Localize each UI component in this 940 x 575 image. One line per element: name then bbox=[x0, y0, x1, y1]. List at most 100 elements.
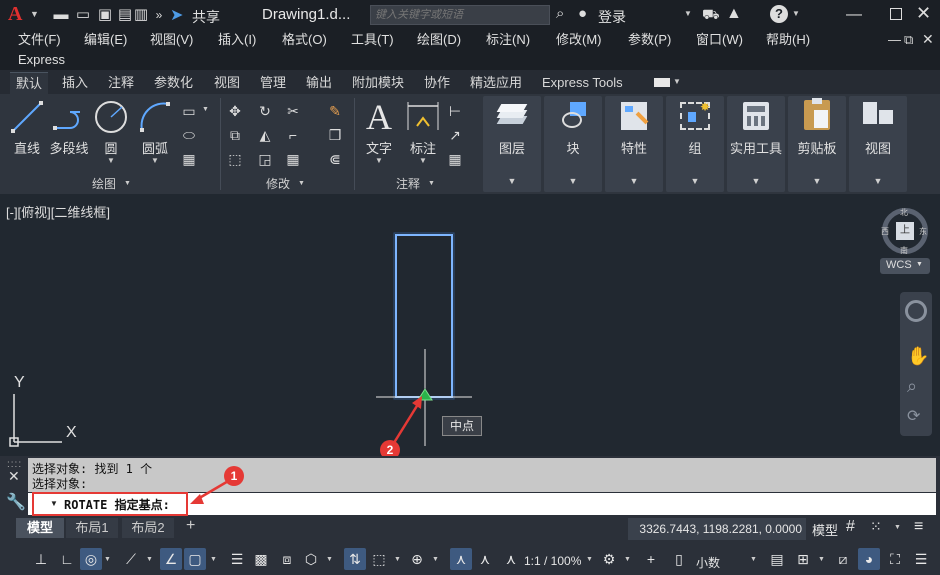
rectangle-tool-icon[interactable]: ▭ bbox=[180, 102, 198, 120]
modify-panel-dropdown-icon[interactable]: ▼ bbox=[298, 180, 305, 187]
rotate-tool-icon[interactable]: ↻ bbox=[256, 102, 274, 120]
properties-button[interactable]: 特性 ▼ bbox=[605, 96, 663, 192]
circle-dropdown-icon[interactable]: ▼ bbox=[107, 156, 115, 165]
tab-view[interactable]: 视图 bbox=[208, 72, 246, 94]
draw-extra-dropdown-icon[interactable]: ▼ bbox=[202, 106, 209, 113]
polyline-tool-icon[interactable] bbox=[52, 102, 86, 132]
viewcube-east-label[interactable]: 东 bbox=[919, 226, 927, 237]
layers-button[interactable]: 图层 ▼ bbox=[483, 96, 541, 192]
circle-tool-icon[interactable] bbox=[94, 100, 128, 134]
command-customize-icon[interactable]: 🔧 bbox=[6, 492, 26, 512]
tab-express-tools[interactable]: Express Tools bbox=[536, 72, 629, 94]
drawing-canvas[interactable]: [-][俯视][二维线框] Y X 中点 2 上 北 南 西 东 WCS ▼ ✋… bbox=[0, 194, 940, 460]
group-button[interactable]: ✸ 组 ▼ bbox=[666, 96, 724, 192]
draw-panel-title[interactable]: 绘图 bbox=[92, 176, 116, 192]
login-button[interactable]: 登录 bbox=[598, 7, 626, 27]
hatch-tool-icon[interactable]: ▦ bbox=[180, 150, 198, 168]
draw-panel-dropdown-icon[interactable]: ▼ bbox=[124, 180, 131, 187]
annotation-panel-dropdown-icon[interactable]: ▼ bbox=[428, 180, 435, 187]
minimize-icon[interactable]: — bbox=[836, 6, 872, 24]
tab-featured-apps[interactable]: 精选应用 bbox=[464, 72, 528, 94]
isolate-objects-icon[interactable]: ⧄ bbox=[832, 548, 854, 570]
viewcube-top-face[interactable]: 上 bbox=[896, 222, 914, 240]
app-logo-icon[interactable]: A bbox=[8, 3, 22, 26]
grid-icon[interactable]: # bbox=[846, 518, 855, 536]
menu-express[interactable]: Express bbox=[18, 50, 65, 70]
save-icon[interactable]: ▣ bbox=[96, 6, 114, 24]
menu-dimension[interactable]: 标注(N) bbox=[486, 30, 530, 50]
search-icon[interactable]: ⌕ bbox=[556, 5, 564, 22]
stretch-tool-icon[interactable]: ⬚ bbox=[226, 150, 244, 168]
cart-icon[interactable]: ⛟ bbox=[702, 6, 720, 25]
tab-insert[interactable]: 插入 bbox=[56, 72, 94, 94]
scale-tool-icon[interactable]: ◲ bbox=[256, 150, 274, 168]
tab-model[interactable]: 模型 bbox=[16, 518, 64, 538]
move-tool-icon[interactable]: ✥ bbox=[226, 102, 244, 120]
menu-edit[interactable]: 编辑(E) bbox=[84, 30, 127, 50]
lineweight-icon[interactable]: ☰ bbox=[226, 548, 248, 570]
maximize-icon[interactable] bbox=[890, 8, 902, 20]
menu-file[interactable]: 文件(F) bbox=[18, 30, 61, 50]
lock-dropdown-icon[interactable]: ▼ bbox=[818, 556, 825, 563]
tab-layout1[interactable]: 布局1 bbox=[66, 518, 118, 538]
viewcube-west-label[interactable]: 西 bbox=[881, 226, 889, 237]
doc-restore-icon[interactable]: ⧉ bbox=[904, 32, 913, 48]
polar-dropdown-icon[interactable]: ▼ bbox=[104, 556, 111, 563]
orbit-icon[interactable]: ⟳ bbox=[907, 406, 920, 426]
3d-osnap-icon[interactable]: ⬡ bbox=[300, 548, 322, 570]
wcs-dropdown-icon[interactable]: ▼ bbox=[916, 261, 923, 268]
tab-default[interactable]: 默认 bbox=[10, 72, 49, 94]
tab-addins[interactable]: 附加模块 bbox=[346, 72, 410, 94]
dimension-dropdown-icon[interactable]: ▼ bbox=[419, 156, 427, 165]
arc-tool-icon[interactable] bbox=[138, 100, 172, 134]
array-tool-icon[interactable]: ▦ bbox=[284, 150, 302, 168]
view-button[interactable]: 视图 ▼ bbox=[849, 96, 907, 192]
units-icon[interactable]: ▯ bbox=[668, 548, 690, 570]
modify-panel-title[interactable]: 修改 bbox=[266, 176, 290, 192]
ellipse-tool-icon[interactable]: ⬭ bbox=[180, 126, 198, 144]
text-dropdown-icon[interactable]: ▼ bbox=[375, 156, 383, 165]
3d-osnap-dropdown-icon[interactable]: ▼ bbox=[326, 556, 333, 563]
print-icon[interactable]: ▥ bbox=[132, 6, 150, 24]
selection-filter-icon[interactable]: ⬚ bbox=[368, 548, 390, 570]
mirror-tool-icon[interactable]: ◭ bbox=[256, 126, 274, 144]
object-snap-icon[interactable]: ▢ bbox=[184, 548, 206, 570]
snap-dropdown-icon[interactable]: ▼ bbox=[894, 524, 901, 531]
annotation-scale-value[interactable]: 1:1 / 100% bbox=[524, 554, 581, 568]
quick-properties-icon[interactable]: ▤ bbox=[766, 548, 788, 570]
dynamic-ucs-icon[interactable]: ⊥ bbox=[30, 548, 52, 570]
erase-tool-icon[interactable]: ✎ bbox=[326, 102, 344, 120]
filter-dropdown-icon[interactable]: ▼ bbox=[394, 556, 401, 563]
share-icon[interactable]: ➤ bbox=[170, 5, 183, 25]
fillet-tool-icon[interactable]: ⌐ bbox=[284, 126, 302, 144]
utilities-button[interactable]: 实用工具 ▼ bbox=[727, 96, 785, 192]
units-dropdown-icon[interactable]: ▼ bbox=[750, 556, 757, 563]
add-layout-icon[interactable]: + bbox=[186, 517, 195, 535]
transparency-icon[interactable]: ▩ bbox=[250, 548, 272, 570]
auto-scale-icon[interactable]: ⋏ bbox=[474, 548, 496, 570]
gizmo-icon[interactable]: ⊕ bbox=[406, 548, 428, 570]
leader-icon[interactable]: ↗ bbox=[446, 126, 464, 144]
polar-tracking-icon[interactable]: ◎ bbox=[80, 548, 102, 570]
units-value[interactable]: 小数 bbox=[696, 554, 720, 571]
customization-icon[interactable]: ☰ bbox=[910, 548, 932, 570]
viewcube[interactable]: 上 北 南 西 东 bbox=[881, 208, 928, 256]
annotation-panel-title[interactable]: 注释 bbox=[396, 176, 420, 192]
polyline-tool-label[interactable]: 多段线 bbox=[48, 138, 90, 157]
coordinates-readout[interactable]: 3326.7443, 1198.2281, 0.0000 bbox=[628, 518, 806, 540]
dynamic-input-icon[interactable]: ⇅ bbox=[344, 548, 366, 570]
share-button[interactable]: 共享 bbox=[192, 7, 220, 27]
menu-format[interactable]: 格式(O) bbox=[282, 30, 327, 50]
copy-tool-icon[interactable]: ⧉ bbox=[226, 126, 244, 144]
arc-dropdown-icon[interactable]: ▼ bbox=[151, 156, 159, 165]
line-tool-label[interactable]: 直线 bbox=[10, 138, 44, 157]
close-icon[interactable]: ✕ bbox=[916, 3, 931, 24]
dimension-tool-icon[interactable] bbox=[405, 100, 441, 132]
menu-window[interactable]: 窗口(W) bbox=[696, 30, 743, 50]
menu-insert[interactable]: 插入(I) bbox=[218, 30, 256, 50]
annotation-visibility-icon[interactable]: ⋏ bbox=[450, 548, 472, 570]
clean-screen-icon[interactable]: ⛶ bbox=[884, 548, 906, 570]
viewcube-south-label[interactable]: 南 bbox=[900, 245, 908, 256]
command-close-icon[interactable]: ✕ bbox=[8, 468, 20, 485]
tab-manage[interactable]: 管理 bbox=[254, 72, 292, 94]
